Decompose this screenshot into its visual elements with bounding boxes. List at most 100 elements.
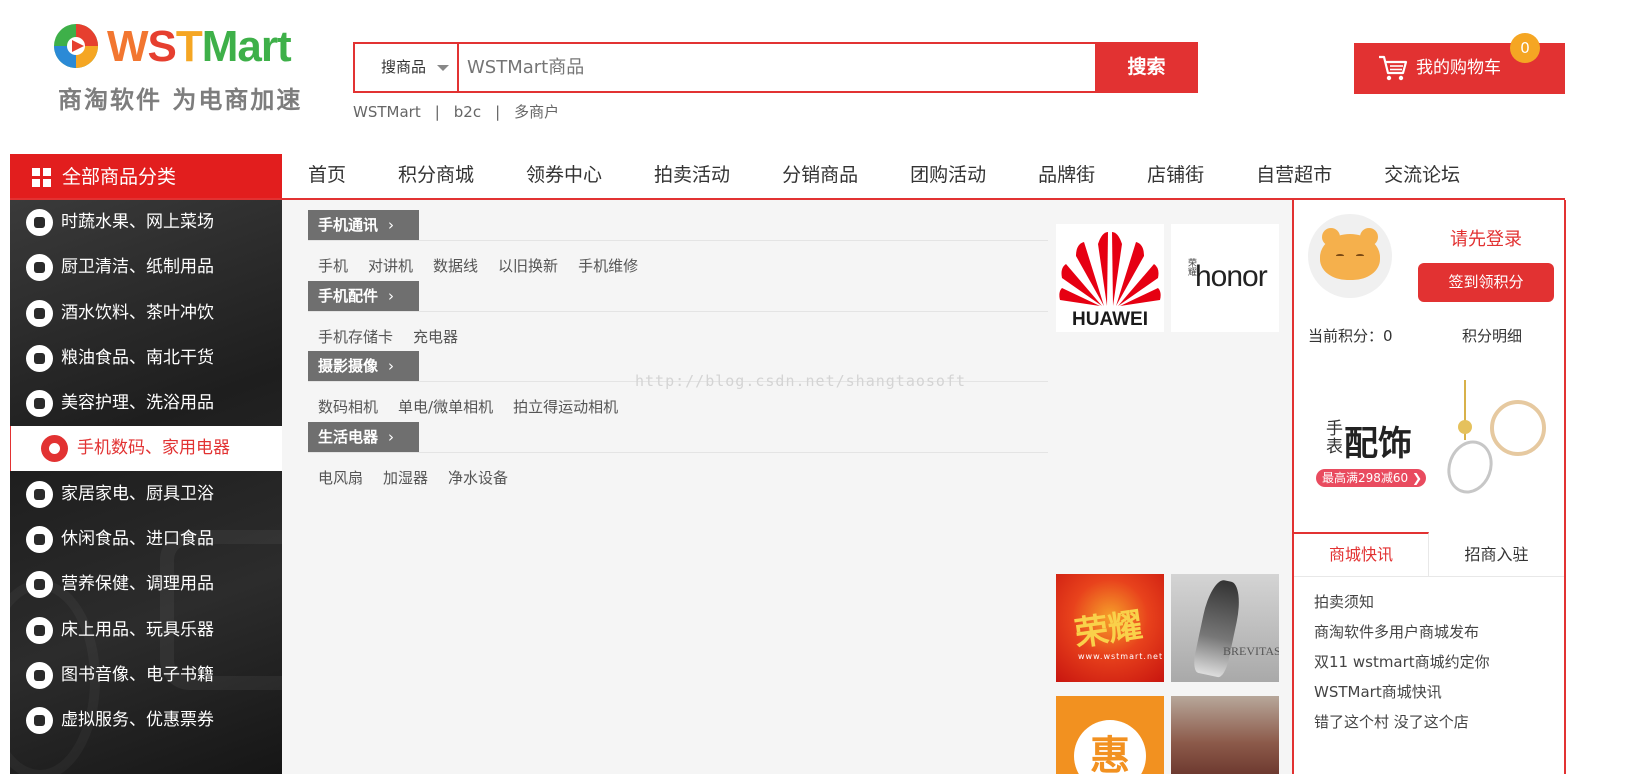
all-categories-button[interactable]: 全部商品分类 — [10, 154, 282, 200]
subcategory-link[interactable]: 数据线 — [433, 257, 478, 275]
category-item[interactable]: 酒水饮料、茶叶冲饮 — [10, 291, 282, 336]
category-menu: 时蔬水果、网上菜场 厨卫清洁、纸制用品 酒水饮料、茶叶冲饮 粮油食品、南北干货 … — [10, 200, 282, 774]
subcategory-title[interactable]: 手机通讯 › — [308, 210, 419, 240]
news-tabs: 商城快讯 招商入驻 — [1294, 532, 1564, 577]
nav-link-distribution[interactable]: 分销商品 — [756, 154, 884, 198]
ad-headline: 配饰 — [1344, 424, 1412, 464]
promo-banner[interactable]: 惠 — [1056, 696, 1164, 774]
chevron-right-icon: › — [388, 357, 395, 375]
hotword-link[interactable]: WSTMart — [353, 103, 421, 121]
search-button[interactable]: 搜索 — [1095, 42, 1198, 93]
category-label: 图书音像、电子书籍 — [61, 665, 214, 685]
category-item[interactable]: 家居家电、厨具卫浴 — [10, 472, 282, 517]
subcategory-title[interactable]: 手机配件 › — [308, 281, 419, 311]
fruit-icon — [26, 209, 53, 236]
divider — [308, 452, 1048, 453]
accessories-ad-banner[interactable]: 手表 配饰 最高满298减60 ❯ — [1308, 380, 1558, 520]
subcategory-items: 手机 对讲机 数据线 以旧换新 手机维修 — [318, 255, 658, 276]
subcategory-title[interactable]: 生活电器 › — [308, 422, 419, 452]
nav-link-points-mall[interactable]: 积分商城 — [372, 154, 500, 198]
points-detail-link[interactable]: 积分明细 — [1462, 325, 1522, 346]
digital-appliance-icon — [41, 435, 68, 462]
honor-wordmark: honor — [1195, 260, 1268, 293]
subcategory-link[interactable]: 数码相机 — [318, 398, 378, 416]
subcategory-link[interactable]: 手机存储卡 — [318, 328, 393, 346]
subcategory-link[interactable]: 电风扇 — [318, 469, 363, 487]
sign-in-points-button[interactable]: 签到领积分 — [1418, 263, 1554, 302]
cart-button[interactable]: 我的购物车 0 — [1354, 33, 1565, 94]
category-item[interactable]: 厨卫清洁、纸制用品 — [10, 245, 282, 290]
category-item-active[interactable]: 手机数码、家用电器 — [10, 426, 282, 471]
bear-face-icon — [1320, 234, 1380, 280]
promo-banner[interactable]: BREVITAS — [1171, 574, 1279, 682]
nav-link-self-supermarket[interactable]: 自营超市 — [1230, 154, 1358, 198]
category-label: 手机数码、家用电器 — [77, 438, 230, 458]
promo-banner[interactable] — [1171, 696, 1279, 774]
nav-link-auction[interactable]: 拍卖活动 — [628, 154, 756, 198]
user-sidebar: 请先登录 签到领积分 当前积分：0 积分明细 手表 配饰 最高满298减60 ❯… — [1292, 200, 1566, 774]
cleaning-icon — [26, 254, 53, 281]
news-item[interactable]: 双11 wstmart商城约定你 — [1314, 647, 1490, 677]
news-item[interactable]: WSTMart商城快讯 — [1314, 677, 1490, 707]
book-icon — [26, 662, 53, 689]
grain-oil-icon — [26, 345, 53, 372]
search-type-dropdown[interactable]: 搜商品 — [353, 42, 457, 93]
category-item[interactable]: 图书音像、电子书籍 — [10, 653, 282, 698]
category-label: 营养保健、调理用品 — [61, 574, 214, 594]
chevron-right-icon: › — [388, 287, 395, 305]
news-item[interactable]: 商淘软件多用户商城发布 — [1314, 617, 1490, 647]
login-link[interactable]: 请先登录 — [1450, 225, 1522, 251]
category-label: 休闲食品、进口食品 — [61, 529, 214, 549]
subcategory-title[interactable]: 摄影摄像 › — [308, 351, 419, 381]
current-points: 当前积分：0 — [1308, 327, 1393, 345]
bedding-icon — [26, 617, 53, 644]
category-item[interactable]: 休闲食品、进口食品 — [10, 517, 282, 562]
divider — [308, 311, 1048, 312]
avatar-eye — [1336, 254, 1344, 257]
home-appliance-icon — [26, 481, 53, 508]
brand-huawei[interactable]: HUAWEI — [1056, 224, 1164, 332]
hotword-link[interactable]: b2c — [454, 103, 481, 121]
nav-link-group-buy[interactable]: 团购活动 — [884, 154, 1012, 198]
chevron-down-icon — [437, 65, 449, 71]
snack-icon — [26, 526, 53, 553]
huawei-logo-icon — [1059, 232, 1161, 306]
category-label: 家居家电、厨具卫浴 — [61, 484, 214, 504]
ticket-icon — [26, 707, 53, 734]
category-item[interactable]: 粮油食品、南北干货 — [10, 336, 282, 381]
subcategory-link[interactable]: 手机 — [318, 257, 348, 275]
promo-banner[interactable]: 荣耀 www.wstmart.net — [1056, 574, 1164, 682]
subcategory-link[interactable]: 单电/微单相机 — [398, 398, 493, 416]
subcategory-link[interactable]: 净水设备 — [448, 469, 508, 487]
nav-link-coupons[interactable]: 领券中心 — [500, 154, 628, 198]
avatar[interactable] — [1308, 214, 1392, 298]
nav-link-forum[interactable]: 交流论坛 — [1358, 154, 1486, 198]
tab-mall-news[interactable]: 商城快讯 — [1294, 532, 1429, 577]
tab-merchant-join[interactable]: 招商入驻 — [1429, 532, 1564, 577]
hotword-link[interactable]: 多商户 — [514, 103, 559, 121]
nav-link-brands[interactable]: 品牌街 — [1012, 154, 1121, 198]
subcategory-link[interactable]: 对讲机 — [368, 257, 413, 275]
subcategory-link[interactable]: 拍立得运动相机 — [513, 398, 618, 416]
news-item[interactable]: 拍卖须知 — [1314, 587, 1490, 617]
category-item[interactable]: 营养保健、调理用品 — [10, 562, 282, 607]
logo-slogan: 商淘软件 为电商加速 — [58, 86, 303, 114]
brand-honor[interactable]: 荣耀 honor — [1171, 224, 1279, 332]
subcategory-link[interactable]: 手机维修 — [578, 257, 638, 275]
category-item[interactable]: 虚拟服务、优惠票券 — [10, 698, 282, 743]
nav-link-home[interactable]: 首页 — [282, 154, 372, 198]
subcategory-link[interactable]: 加湿器 — [383, 469, 428, 487]
site-logo[interactable]: WSTMart 商淘软件 为电商加速 — [52, 20, 300, 114]
subcategory-link[interactable]: 以旧换新 — [498, 257, 558, 275]
nav-link-shops[interactable]: 店铺街 — [1121, 154, 1230, 198]
cart-icon — [1379, 55, 1408, 81]
news-item[interactable]: 错了这个村 没了这个店 — [1314, 707, 1490, 737]
search-input[interactable] — [457, 42, 1097, 93]
cart-label: 我的购物车 — [1416, 58, 1501, 78]
subcategory-link[interactable]: 充电器 — [413, 328, 458, 346]
category-label: 时蔬水果、网上菜场 — [61, 212, 214, 232]
hotword-separator: | — [434, 103, 440, 121]
category-item[interactable]: 美容护理、洗浴用品 — [10, 381, 282, 426]
category-item[interactable]: 时蔬水果、网上菜场 — [10, 200, 282, 245]
category-item[interactable]: 床上用品、玩具乐器 — [10, 608, 282, 653]
